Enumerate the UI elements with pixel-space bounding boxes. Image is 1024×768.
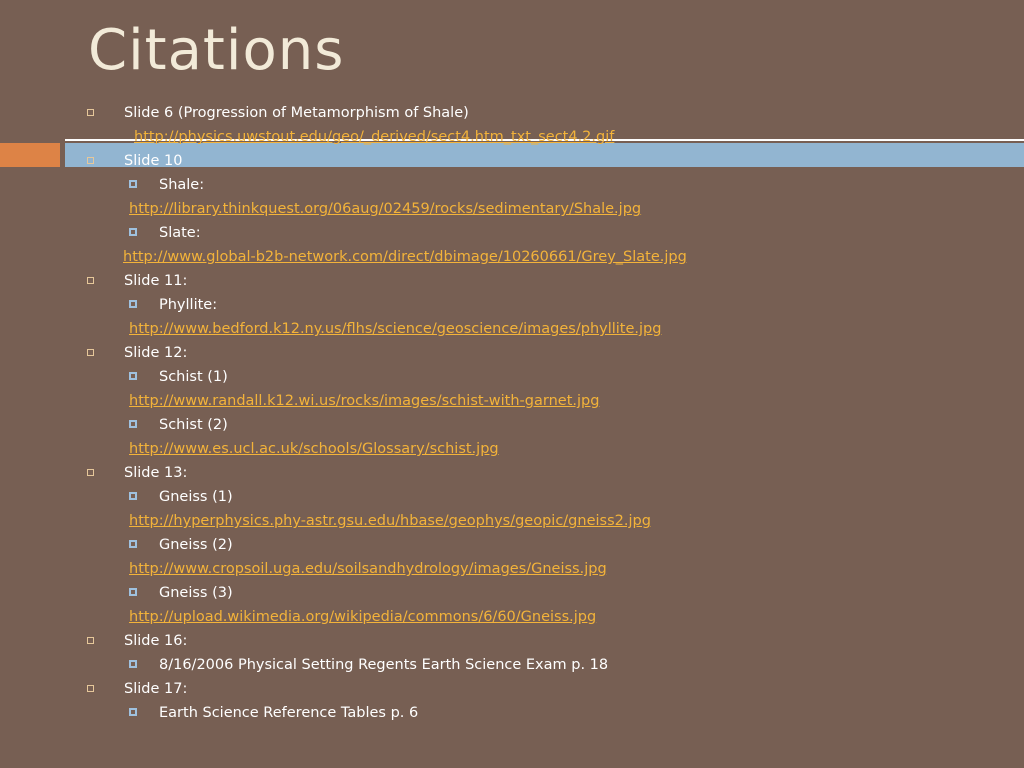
filled-square-bullet-icon xyxy=(129,708,137,716)
list-item-text: Slide 11: xyxy=(124,273,188,289)
filled-square-bullet-icon xyxy=(129,492,137,500)
citation-link[interactable]: http://www.bedford.k12.ny.us/flhs/scienc… xyxy=(129,317,661,341)
filled-square-bullet-icon xyxy=(129,540,137,548)
list-item-text: Shale: xyxy=(159,177,205,193)
filled-square-bullet-icon xyxy=(129,588,137,596)
citation-link[interactable]: http://upload.wikimedia.org/wikipedia/co… xyxy=(129,605,596,629)
list-item-text: Schist (1) xyxy=(159,369,228,385)
list-item-text: 8/16/2006 Physical Setting Regents Earth… xyxy=(159,657,609,673)
list-item-text: Phyllite: xyxy=(159,297,218,313)
decorative-band-orange xyxy=(0,143,60,167)
citation-link[interactable]: http://physics.uwstout.edu/geo/_derived/… xyxy=(134,125,614,149)
list-item-text: Slide 17: xyxy=(124,681,188,697)
square-bullet-icon xyxy=(87,277,94,284)
citation-link[interactable]: http://library.thinkquest.org/06aug/0245… xyxy=(129,197,641,221)
list-item-text: Slide 12: xyxy=(124,345,188,361)
list-item-text: Slate: xyxy=(159,225,201,241)
filled-square-bullet-icon xyxy=(129,180,137,188)
filled-square-bullet-icon xyxy=(129,372,137,380)
square-bullet-icon xyxy=(87,157,94,164)
square-bullet-icon xyxy=(87,637,94,644)
citation-link[interactable]: http://www.es.ucl.ac.uk/schools/Glossary… xyxy=(129,437,499,461)
filled-square-bullet-icon xyxy=(129,420,137,428)
citation-link[interactable]: http://hyperphysics.phy-astr.gsu.edu/hba… xyxy=(129,509,651,533)
square-bullet-icon xyxy=(87,349,94,356)
list-item-text: Slide 10 xyxy=(124,153,183,169)
list-item-text: Gneiss (2) xyxy=(159,537,233,553)
list-item-text: Slide 6 (Progression of Metamorphism of … xyxy=(124,105,469,121)
citation-link[interactable]: http://www.global-b2b-network.com/direct… xyxy=(88,245,687,269)
citation-link[interactable]: http://www.randall.k12.wi.us/rocks/image… xyxy=(129,389,599,413)
filled-square-bullet-icon xyxy=(129,228,137,236)
list-item-text: Gneiss (1) xyxy=(159,489,233,505)
filled-square-bullet-icon xyxy=(129,660,137,668)
citation-link[interactable]: http://www.cropsoil.uga.edu/soilsandhydr… xyxy=(129,557,607,581)
square-bullet-icon xyxy=(87,109,94,116)
list-item-text: Schist (2) xyxy=(159,417,228,433)
list-item-text: Gneiss (3) xyxy=(159,585,233,601)
list-item-text: Earth Science Reference Tables p. 6 xyxy=(159,705,419,721)
list-item-text: Slide 13: xyxy=(124,465,188,481)
square-bullet-icon xyxy=(87,469,94,476)
slide-title: Citations xyxy=(88,18,345,83)
list-item-text: Slide 16: xyxy=(124,633,188,649)
filled-square-bullet-icon xyxy=(129,300,137,308)
square-bullet-icon xyxy=(87,685,94,692)
